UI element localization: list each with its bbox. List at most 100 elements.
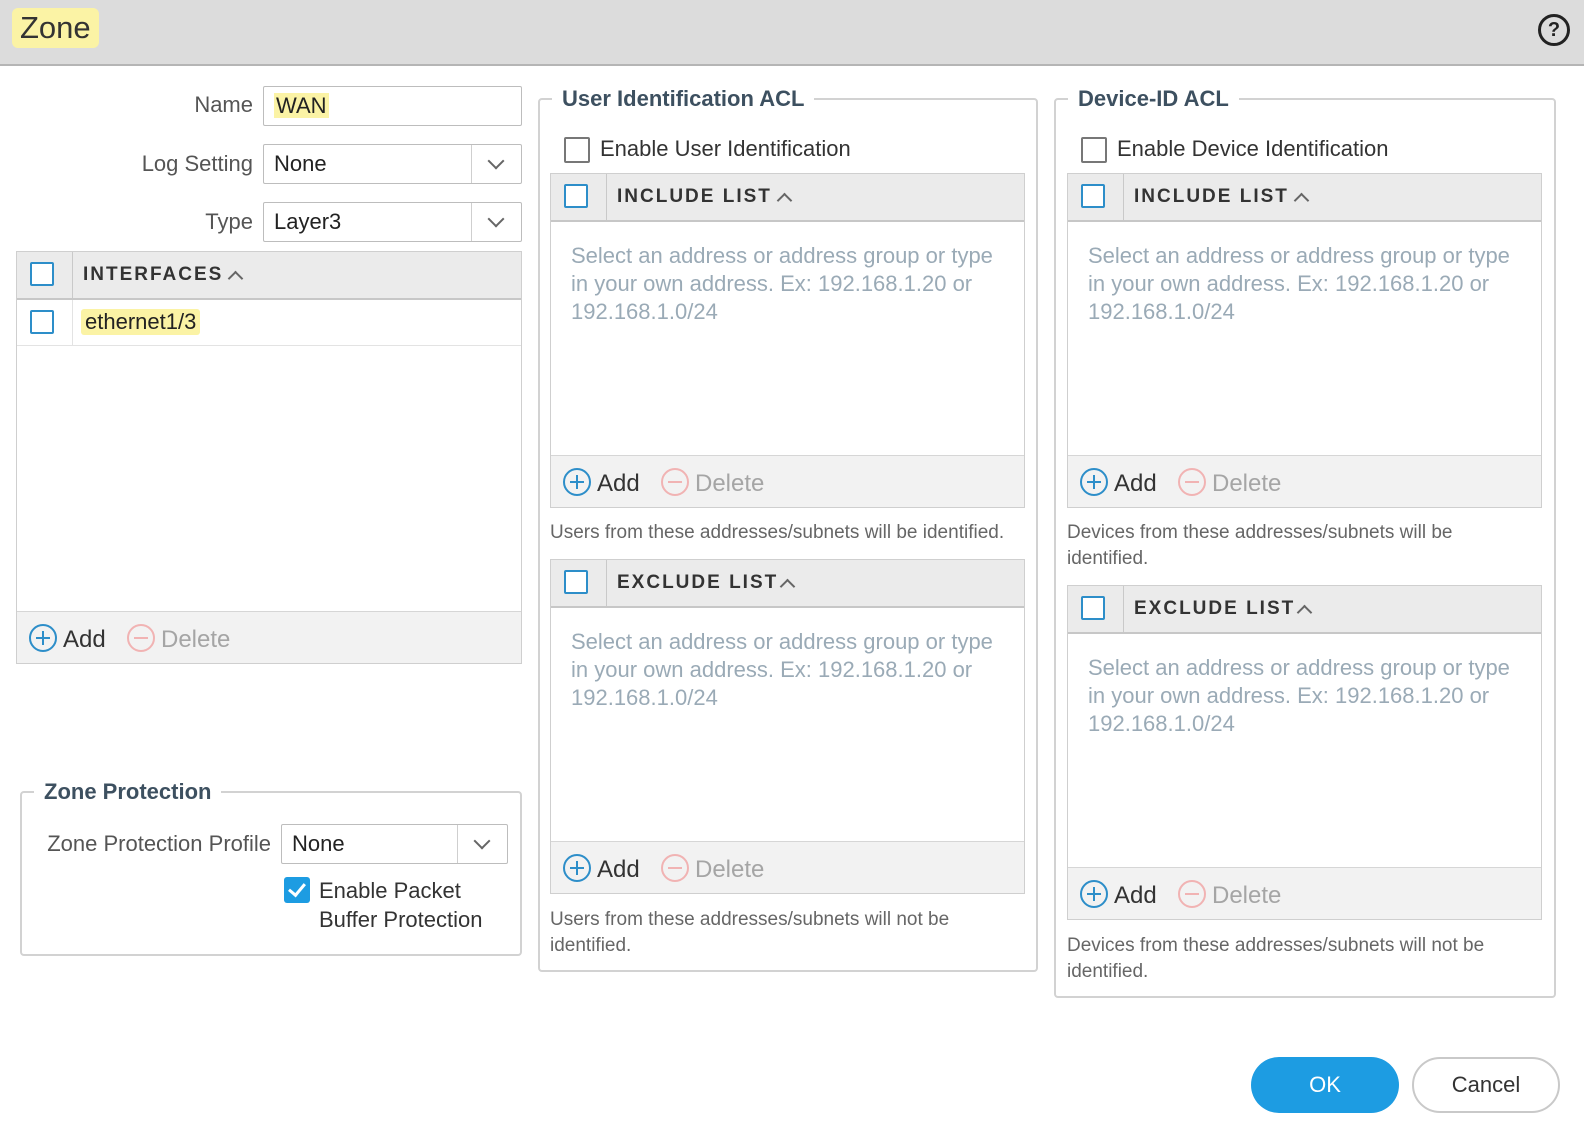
device-exclude-list-placeholder: Select an address or address group or ty… [1088, 655, 1510, 736]
include-list-column-header[interactable]: INCLUDE LIST [1134, 186, 1289, 208]
log-setting-select[interactable]: None [263, 144, 522, 184]
user-include-list-body[interactable]: Select an address or address group or ty… [551, 222, 1024, 455]
user-include-hint: Users from these addresses/subnets will … [550, 522, 1005, 543]
sort-ascending-icon[interactable] [1296, 604, 1313, 621]
cancel-button[interactable]: Cancel [1412, 1057, 1560, 1113]
exclude-list-column-header[interactable]: EXCLUDE LIST [1134, 598, 1295, 620]
exclude-list-column-header[interactable]: EXCLUDE LIST [617, 572, 778, 594]
interfaces-grid: INTERFACES ethernet1/3 Add Delete [16, 251, 522, 664]
device-id-acl-legend: Device-ID ACL [1078, 86, 1229, 111]
name-label: Name [194, 92, 253, 117]
sort-ascending-icon[interactable] [779, 578, 796, 595]
user-include-list-footer: Add Delete [551, 455, 1024, 507]
select-all-checkbox[interactable] [1081, 596, 1105, 620]
delete-icon [661, 468, 689, 496]
enable-user-identification-label: Enable User Identification [600, 136, 851, 161]
delete-icon [1178, 468, 1206, 496]
sort-ascending-icon[interactable] [227, 270, 244, 287]
device-include-list-body[interactable]: Select an address or address group or ty… [1068, 222, 1541, 455]
name-value: WAN [274, 93, 329, 118]
delete-label: Delete [695, 470, 765, 497]
add-icon [563, 468, 591, 496]
enable-device-identification-checkbox[interactable] [1081, 137, 1107, 163]
delete-label: Delete [1212, 882, 1282, 909]
header-checkbox-cell [551, 174, 607, 220]
user-exclude-hint: Users from these addresses/subnets will … [550, 909, 950, 956]
delete-include-address-button[interactable]: Delete [1178, 468, 1281, 498]
add-include-address-button[interactable]: Add [1080, 468, 1157, 498]
add-exclude-address-button[interactable]: Add [1080, 880, 1157, 910]
select-all-checkbox[interactable] [1081, 184, 1105, 208]
delete-label: Delete [695, 856, 765, 883]
delete-exclude-address-button[interactable]: Delete [1178, 880, 1281, 910]
delete-icon [127, 624, 155, 652]
dropdown-separator [457, 825, 507, 863]
add-exclude-address-button[interactable]: Add [563, 854, 640, 884]
sort-ascending-icon[interactable] [776, 192, 793, 209]
select-all-checkbox[interactable] [564, 184, 588, 208]
add-icon [563, 854, 591, 882]
add-label: Add [1114, 470, 1157, 497]
header-checkbox-cell [551, 560, 607, 606]
user-exclude-list-body[interactable]: Select an address or address group or ty… [551, 608, 1024, 841]
sort-ascending-icon[interactable] [1293, 192, 1310, 209]
zone-protection-profile-select[interactable]: None [281, 824, 508, 864]
packet-buffer-label-line1: Enable Packet [319, 878, 461, 903]
add-icon [29, 624, 57, 652]
delete-icon [661, 854, 689, 882]
delete-exclude-address-button[interactable]: Delete [661, 854, 764, 884]
device-include-list-placeholder: Select an address or address group or ty… [1088, 243, 1510, 324]
device-include-hint: Devices from these addresses/subnets wil… [1067, 522, 1453, 569]
chevron-down-icon [487, 210, 505, 228]
select-all-checkbox[interactable] [564, 570, 588, 594]
device-exclude-hint: Devices from these addresses/subnets wil… [1067, 935, 1485, 982]
header-checkbox-cell [17, 252, 73, 298]
device-include-list-footer: Add Delete [1068, 455, 1541, 507]
interfaces-column-header[interactable]: INTERFACES [83, 264, 223, 286]
user-include-list-grid: INCLUDE LIST Select an address or addres… [550, 173, 1025, 508]
delete-include-address-button[interactable]: Delete [661, 468, 764, 498]
dropdown-separator [471, 145, 521, 183]
row-checkbox[interactable] [30, 310, 54, 334]
packet-buffer-label-line2: Buffer Protection [319, 907, 483, 932]
interface-name[interactable]: ethernet1/3 [81, 309, 201, 335]
add-icon [1080, 880, 1108, 908]
enable-user-identification-checkbox[interactable] [564, 137, 590, 163]
user-id-acl-legend: User Identification ACL [562, 86, 805, 111]
zone-protection-profile-label: Zone Protection Profile [47, 831, 271, 856]
user-exclude-list-footer: Add Delete [551, 841, 1024, 893]
chevron-down-icon [473, 832, 491, 850]
zone-protection-profile-value: None [292, 831, 345, 856]
dialog-title-bar: Zone ? [0, 0, 1584, 66]
device-exclude-list-grid: EXCLUDE LIST Select an address or addres… [1067, 585, 1542, 920]
packet-buffer-protection-checkbox[interactable] [284, 877, 310, 903]
include-list-column-header[interactable]: INCLUDE LIST [617, 186, 772, 208]
dropdown-separator [471, 203, 521, 241]
add-interface-button[interactable]: Add [29, 624, 106, 654]
header-checkbox-cell [1068, 174, 1124, 220]
interfaces-footer: Add Delete [17, 611, 521, 663]
enable-device-identification-label: Enable Device Identification [1117, 136, 1389, 161]
delete-label: Delete [1212, 470, 1282, 497]
type-select[interactable]: Layer3 [263, 202, 522, 242]
add-include-address-button[interactable]: Add [563, 468, 640, 498]
add-icon [1080, 468, 1108, 496]
ok-button[interactable]: OK [1251, 1057, 1399, 1113]
user-include-list-header: INCLUDE LIST [551, 174, 1024, 222]
user-include-list-placeholder: Select an address or address group or ty… [571, 243, 993, 324]
chevron-down-icon [487, 152, 505, 170]
delete-label: Delete [161, 626, 231, 653]
user-exclude-list-grid: EXCLUDE LIST Select an address or addres… [550, 559, 1025, 894]
add-label: Add [597, 470, 640, 497]
log-setting-value: None [274, 151, 327, 176]
help-icon[interactable]: ? [1538, 14, 1570, 46]
user-exclude-list-header: EXCLUDE LIST [551, 560, 1024, 608]
device-exclude-list-body[interactable]: Select an address or address group or ty… [1068, 634, 1541, 867]
delete-interface-button[interactable]: Delete [127, 624, 230, 654]
add-label: Add [1114, 882, 1157, 909]
interfaces-header: INTERFACES [17, 252, 521, 300]
table-row[interactable]: ethernet1/3 [17, 300, 521, 346]
name-input[interactable]: WAN [263, 86, 522, 126]
select-all-checkbox[interactable] [30, 262, 54, 286]
user-exclude-list-placeholder: Select an address or address group or ty… [571, 629, 993, 710]
